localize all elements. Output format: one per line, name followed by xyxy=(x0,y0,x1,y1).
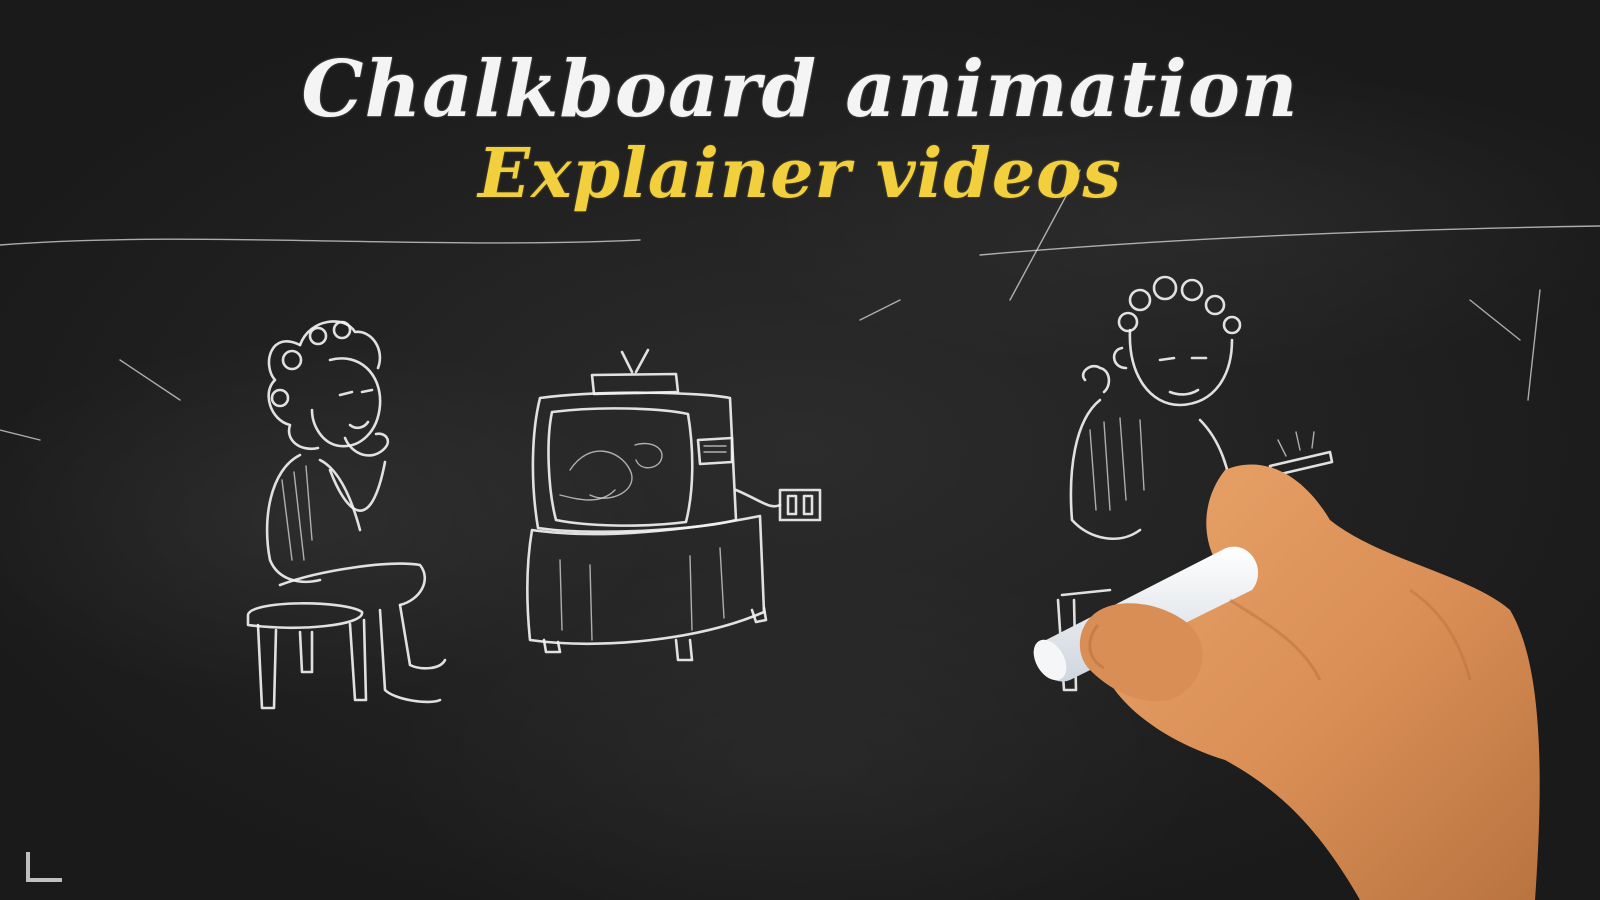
hand-holding-chalk xyxy=(1033,464,1540,900)
chalkboard-scene: Chalkboard animation Explainer videos xyxy=(0,0,1600,900)
corner-bracket-icon xyxy=(26,852,62,882)
